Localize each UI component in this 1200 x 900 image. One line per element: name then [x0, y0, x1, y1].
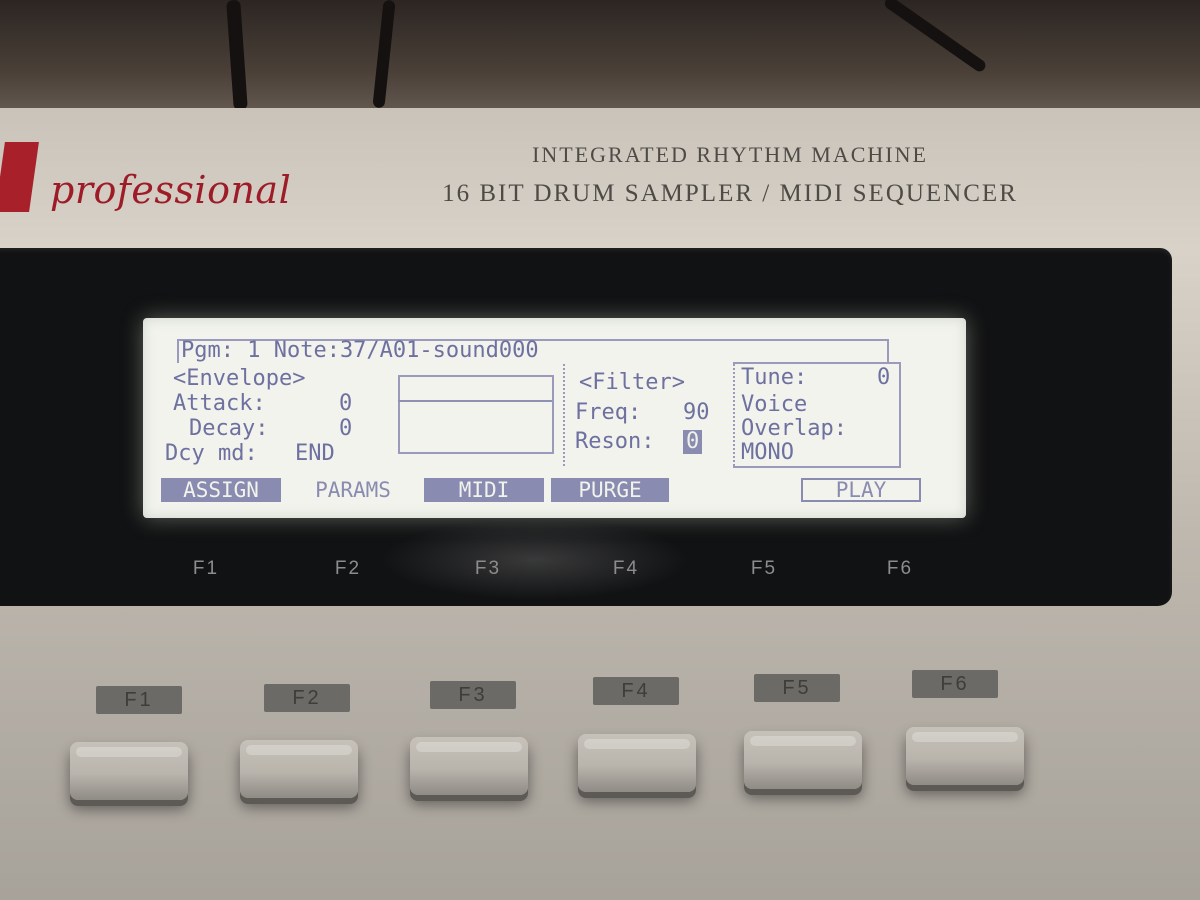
- cable: [372, 0, 396, 109]
- overlap-label: Overlap:: [741, 416, 847, 441]
- decay-mode-label: Dcy md:: [165, 441, 258, 466]
- attack-label: Attack:: [173, 391, 266, 416]
- decay-value[interactable]: 0: [339, 417, 352, 441]
- f2-button[interactable]: [240, 740, 358, 798]
- bezel-label-f2: F2: [334, 558, 362, 579]
- softkey-purge[interactable]: PURGE: [551, 478, 669, 502]
- softkey-assign[interactable]: ASSIGN: [161, 478, 281, 502]
- envelope-graph: [398, 375, 554, 454]
- softkey-midi[interactable]: MIDI: [424, 478, 544, 502]
- attack-value[interactable]: 0: [339, 392, 352, 416]
- button-tag-f4: F4: [593, 677, 679, 705]
- divider: [563, 364, 565, 466]
- f1-button[interactable]: [70, 742, 188, 800]
- softkey-params[interactable]: PARAMS: [293, 478, 413, 502]
- f5-button[interactable]: [744, 731, 862, 789]
- bezel-label-f6: F6: [886, 558, 914, 579]
- button-tag-f2: F2: [264, 684, 350, 712]
- bezel-label-f1: F1: [192, 558, 220, 579]
- bezel-label-f4: F4: [612, 558, 640, 579]
- button-tag-f1: F1: [96, 686, 182, 714]
- f3-button[interactable]: [410, 737, 528, 795]
- status-line: Pgm: 1 Note:37/A01-sound000: [181, 338, 539, 363]
- device-tagline: INTEGRATED RHYTHM MACHINE: [532, 142, 928, 167]
- button-tag-f6: F6: [912, 670, 998, 698]
- decay-mode-value[interactable]: END: [295, 442, 335, 466]
- desk-background: [0, 0, 1200, 120]
- freq-value[interactable]: 90: [683, 401, 710, 425]
- cable: [882, 0, 988, 74]
- tune-value[interactable]: 0: [877, 366, 890, 390]
- button-tag-f3: F3: [430, 681, 516, 709]
- device-subtitle: 16 BIT DRUM SAMPLER / MIDI SEQUENCER: [442, 180, 1018, 207]
- filter-title: <Filter>: [579, 370, 685, 395]
- reson-value[interactable]: 0: [683, 430, 703, 454]
- button-tag-f5: F5: [754, 674, 840, 702]
- voice-overlap-value[interactable]: MONO: [741, 441, 794, 465]
- f4-button[interactable]: [578, 734, 696, 792]
- softkey-play[interactable]: PLAY: [801, 478, 921, 502]
- f6-button[interactable]: [906, 727, 1024, 785]
- reson-label: Reson:: [575, 429, 655, 454]
- voice-label: Voice: [741, 392, 808, 417]
- brand-text: professional: [50, 168, 292, 212]
- bezel-label-f3: F3: [474, 558, 502, 579]
- bezel-label-f5: F5: [750, 558, 778, 579]
- decay-label: Decay:: [189, 416, 269, 441]
- cable: [226, 0, 248, 111]
- envelope-graph-line: [398, 400, 552, 402]
- envelope-title: <Envelope>: [173, 366, 306, 391]
- lcd-screen: Pgm: 1 Note:37/A01-sound000 <Envelope> A…: [143, 318, 966, 518]
- tune-label: Tune:: [741, 365, 808, 390]
- freq-label: Freq:: [575, 400, 642, 425]
